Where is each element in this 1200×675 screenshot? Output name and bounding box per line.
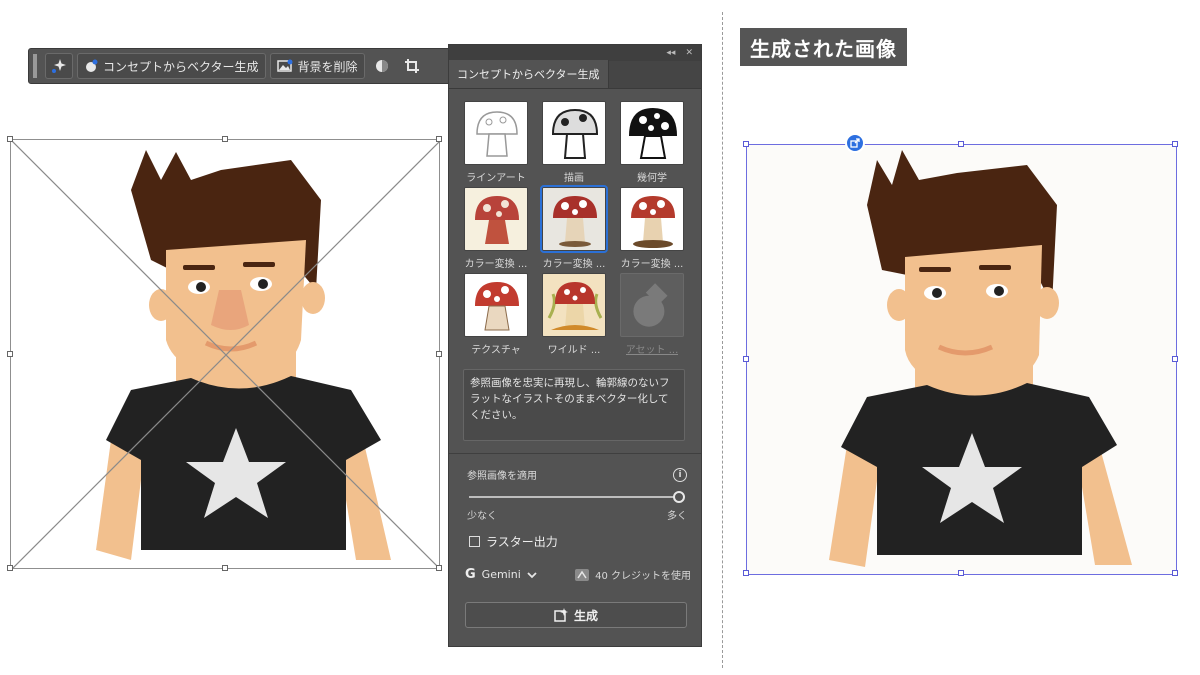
placeholder-cross-lines: [11, 140, 441, 570]
generate-icon: [554, 608, 568, 622]
resize-handle[interactable]: [1172, 141, 1178, 147]
concept-to-vector-label: コンセプトからベクター生成: [103, 59, 259, 74]
slider-max-label: 多く: [667, 511, 687, 522]
style-option-color-1[interactable]: カラー変換 ...: [463, 187, 529, 269]
info-icon[interactable]: i: [673, 467, 687, 482]
edit-link-badge[interactable]: [845, 133, 865, 153]
resize-handle[interactable]: [743, 570, 749, 576]
crop-button[interactable]: [399, 53, 425, 79]
generated-character-image: [829, 150, 1132, 567]
image-icon: [276, 59, 293, 72]
tab-concept-to-vector[interactable]: コンセプトからベクター生成: [449, 60, 609, 88]
ai-sparkle-button[interactable]: [45, 53, 73, 79]
generated-image-title: 生成された画像: [740, 28, 907, 66]
asset-placeholder-thumbnail: [620, 273, 684, 337]
style-option-drawing[interactable]: 描画: [541, 101, 607, 183]
style-option-asset[interactable]: アセット ...: [619, 273, 685, 355]
panel-divider: [449, 453, 701, 454]
style-label: ワイルド ...: [547, 345, 601, 355]
style-label: アセット ...: [625, 345, 679, 355]
style-label: ラインアート: [466, 173, 526, 183]
concept-to-vector-button[interactable]: コンセプトからベクター生成: [77, 53, 266, 79]
slider-labels: 少なく 多く: [467, 507, 687, 522]
mushroom-color-thumbnail: [464, 187, 528, 251]
mushroom-texture-thumbnail: [464, 273, 528, 337]
style-option-color-3[interactable]: カラー変換 ...: [619, 187, 685, 269]
style-option-wild[interactable]: ワイルド ...: [541, 273, 607, 355]
reference-label: 参照画像を適用: [467, 471, 537, 482]
resize-handle[interactable]: [958, 141, 964, 147]
resize-handle[interactable]: [743, 141, 749, 147]
recolor-icon: [375, 60, 388, 72]
resize-handle[interactable]: [1172, 356, 1178, 362]
remove-background-button[interactable]: 背景を削除: [269, 53, 365, 79]
panel-tab-bar: コンセプトからベクター生成: [449, 60, 701, 89]
collapse-icon[interactable]: ◂◂: [666, 48, 675, 58]
slider-min-label: 少なく: [467, 511, 497, 522]
chevron-down-icon: [527, 571, 537, 578]
resize-handle[interactable]: [7, 565, 13, 571]
style-option-color-2[interactable]: カラー変換 ...: [540, 185, 608, 269]
style-option-geometric[interactable]: 幾何学: [619, 101, 685, 183]
model-dropdown[interactable]: G Gemini: [465, 567, 537, 582]
mushroom-lineart-thumbnail: [464, 101, 528, 165]
style-thumbnail-grid: ラインアート 描画 幾何学 カラー変換 ... カラー変換 ... カラー変換 …: [463, 101, 691, 355]
credit-usage: 40 クレジットを使用: [574, 567, 691, 582]
contextual-taskbar: コンセプトからベクター生成 背景を削除: [28, 48, 452, 84]
resize-handle[interactable]: [7, 136, 13, 142]
resize-handle[interactable]: [1172, 570, 1178, 576]
reference-strength-slider[interactable]: [469, 496, 681, 498]
slider-handle[interactable]: [673, 491, 685, 503]
model-label: Gemini: [481, 568, 521, 581]
credits-label: 40 クレジットを使用: [595, 571, 691, 582]
style-label: カラー変換 ...: [620, 259, 684, 269]
resize-handle[interactable]: [222, 565, 228, 571]
generated-image-frame[interactable]: [743, 141, 1178, 576]
mushroom-color-thumbnail: [540, 185, 608, 253]
resize-handle[interactable]: [436, 351, 442, 357]
canvas-stage: コンセプトからベクター生成 背景を削除 ◂◂ ✕ コンセプトからベクター生成 ラ…: [0, 0, 1200, 675]
remove-background-label: 背景を削除: [297, 59, 358, 74]
sparkle-icon: [52, 59, 66, 73]
crop-icon: [404, 59, 419, 73]
mushroom-geometric-thumbnail: [620, 101, 684, 165]
recolor-button[interactable]: [369, 53, 395, 79]
mushroom-wild-thumbnail: [542, 273, 606, 337]
comparison-divider: [722, 12, 723, 668]
resize-handle[interactable]: [7, 351, 13, 357]
prompt-textarea[interactable]: 参照画像を忠実に再現し、輪郭線のないフラットなイラストそのままベクター化してくだ…: [463, 369, 685, 441]
style-label: 幾何学: [637, 173, 667, 183]
concept-vector-icon: [86, 59, 98, 72]
generate-button[interactable]: 生成: [465, 602, 687, 628]
mushroom-drawing-thumbnail: [542, 101, 606, 165]
taskbar-grip[interactable]: [33, 54, 37, 78]
resize-handle[interactable]: [222, 136, 228, 142]
style-label: 描画: [564, 173, 584, 183]
external-edit-icon: [850, 138, 860, 148]
style-label: カラー変換 ...: [464, 259, 528, 269]
resize-handle[interactable]: [743, 356, 749, 362]
style-label: テクスチャ: [471, 345, 521, 355]
reference-image-frame[interactable]: [7, 136, 442, 571]
model-row: G Gemini 40 クレジットを使用: [465, 567, 691, 582]
panel-header-bar: ◂◂ ✕: [449, 45, 701, 61]
resize-handle[interactable]: [958, 570, 964, 576]
concept-to-vector-panel: ◂◂ ✕ コンセプトからベクター生成 ラインアート 描画 幾何学 カラー変換 .…: [448, 44, 702, 647]
credit-icon: [575, 568, 590, 581]
generate-label: 生成: [573, 608, 598, 623]
reference-image-row: 参照画像を適用 i: [467, 467, 687, 482]
raster-label: ラスター出力: [486, 535, 558, 549]
style-label: カラー変換 ...: [542, 259, 606, 269]
brush-icon: [633, 283, 668, 327]
style-option-texture[interactable]: テクスチャ: [463, 273, 529, 355]
close-icon[interactable]: ✕: [685, 48, 693, 58]
raster-output-option[interactable]: ラスター出力: [469, 533, 558, 550]
style-option-lineart[interactable]: ラインアート: [463, 101, 529, 183]
google-icon: G: [465, 567, 476, 582]
raster-checkbox[interactable]: [469, 536, 480, 547]
resize-handle[interactable]: [436, 136, 442, 142]
resize-handle[interactable]: [436, 565, 442, 571]
mushroom-color-thumbnail: [620, 187, 684, 251]
